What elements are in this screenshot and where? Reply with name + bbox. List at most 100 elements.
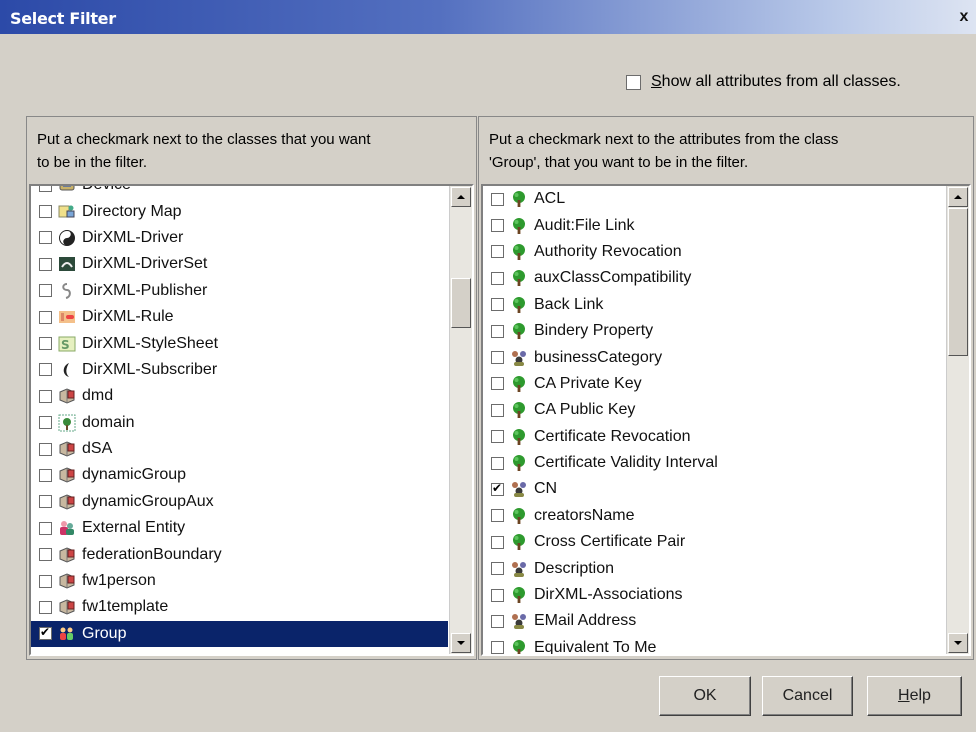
class-item[interactable]: External Entity [31, 515, 448, 541]
class-item[interactable]: DirXML-DriverSet [31, 251, 448, 277]
class-item[interactable]: S DirXML-StyleSheet [31, 330, 448, 356]
class-item-checkbox[interactable] [39, 310, 52, 324]
class-item[interactable]: dSA [31, 436, 448, 462]
attribute-tree-icon [510, 322, 528, 340]
class-item[interactable]: dmd [31, 383, 448, 409]
attribute-item[interactable]: Bindery Property [483, 318, 945, 344]
attribute-item[interactable]: creatorsName [483, 503, 945, 529]
class-item[interactable]: dynamicGroup [31, 462, 448, 488]
object-class-icon [58, 466, 76, 484]
class-item[interactable]: Device [31, 186, 448, 198]
attribute-item-checkbox[interactable] [491, 245, 504, 259]
classes-list[interactable]: Device Directory Map DirXML-Driver DirXML-D… [29, 184, 474, 656]
attribute-item-checkbox[interactable] [491, 562, 504, 576]
class-item[interactable]: federationBoundary [31, 541, 448, 567]
class-item-label: Directory Map [82, 202, 182, 220]
class-item-checkbox[interactable] [39, 625, 52, 641]
attribute-item[interactable]: Equivalent To Me [483, 635, 945, 654]
class-item[interactable]: Group [31, 620, 448, 648]
class-item-checkbox[interactable] [39, 284, 52, 298]
attribute-item-checkbox[interactable] [491, 614, 504, 628]
attribute-item-checkbox[interactable] [491, 377, 504, 391]
classes-instruction: Put a checkmark next to the classes that… [37, 131, 371, 171]
attribute-item[interactable]: businessCategory [483, 344, 945, 370]
class-item-checkbox[interactable] [39, 468, 52, 482]
class-item-checkbox[interactable] [39, 186, 52, 192]
class-item[interactable]: dynamicGroupAux [31, 489, 448, 515]
class-item[interactable]: DirXML-Publisher [31, 278, 448, 304]
attribute-item[interactable]: Cross Certificate Pair [483, 529, 945, 555]
class-item[interactable]: DirXML-Rule [31, 304, 448, 330]
object-class-icon [58, 572, 76, 590]
attribute-item[interactable]: auxClassCompatibility [483, 265, 945, 291]
attribute-item-checkbox[interactable] [491, 351, 504, 365]
attribute-item-checkbox[interactable] [491, 219, 504, 233]
class-item[interactable]: domain [31, 410, 448, 436]
cancel-button[interactable]: Cancel [762, 676, 853, 716]
attribute-item-checkbox[interactable] [491, 430, 504, 444]
class-item[interactable]: DirXML-Driver [31, 225, 448, 251]
attribute-item-checkbox[interactable] [491, 481, 504, 496]
attribute-item[interactable]: Certificate Revocation [483, 424, 945, 450]
class-item[interactable]: fw1person [31, 568, 448, 594]
attribute-item[interactable]: Certificate Validity Interval [483, 450, 945, 476]
arrow-down-icon [954, 641, 962, 645]
class-item-checkbox[interactable] [39, 442, 52, 456]
attribute-item[interactable]: ACL [483, 186, 945, 212]
show-all-attributes-checkbox[interactable]: Show all attributes from all classes. [626, 71, 901, 93]
class-item[interactable]: fw1template [31, 594, 448, 620]
scroll-down-button[interactable] [451, 633, 471, 653]
scroll-up-button[interactable] [948, 187, 968, 207]
attribute-item[interactable]: Authority Revocation [483, 239, 945, 265]
class-item-checkbox[interactable] [39, 574, 52, 588]
attributes-scrollbar-thumb[interactable] [948, 208, 968, 356]
help-button[interactable]: Help [867, 676, 962, 716]
class-item-checkbox[interactable] [39, 337, 52, 351]
attribute-item-label: Certificate Validity Interval [534, 454, 718, 472]
classes-scrollbar[interactable] [449, 186, 472, 654]
attribute-item[interactable]: DirXML-Associations [483, 582, 945, 608]
attribute-item[interactable]: Audit:File Link [483, 212, 945, 238]
attribute-tree-icon [510, 428, 528, 446]
attributes-list[interactable]: ACL Audit:File Link Authority Revocation au… [481, 184, 971, 656]
class-item-checkbox[interactable] [39, 363, 52, 377]
class-item[interactable]: DirXML-Subscriber [31, 357, 448, 383]
attribute-item-checkbox[interactable] [491, 456, 504, 470]
attribute-item-label: Bindery Property [534, 322, 654, 340]
class-item-checkbox[interactable] [39, 389, 52, 403]
show-all-checkbox-box[interactable] [626, 74, 641, 90]
attribute-item-checkbox[interactable] [491, 641, 504, 654]
class-item-checkbox[interactable] [39, 416, 52, 430]
scroll-down-button[interactable] [948, 633, 968, 653]
attribute-item-checkbox[interactable] [491, 192, 504, 206]
class-item-checkbox[interactable] [39, 231, 52, 245]
attribute-item-checkbox[interactable] [491, 403, 504, 417]
attribute-item-checkbox[interactable] [491, 271, 504, 285]
attribute-item[interactable]: Description [483, 555, 945, 581]
attribute-item[interactable]: EMail Address [483, 608, 945, 634]
class-item-checkbox[interactable] [39, 495, 52, 509]
close-icon[interactable]: x [954, 6, 974, 28]
attribute-item[interactable]: Back Link [483, 292, 945, 318]
attribute-item-checkbox[interactable] [491, 298, 504, 312]
attribute-item[interactable]: CA Private Key [483, 371, 945, 397]
class-item-checkbox[interactable] [39, 257, 52, 271]
class-item-checkbox[interactable] [39, 521, 52, 535]
attribute-item-checkbox[interactable] [491, 509, 504, 523]
attribute-item-checkbox[interactable] [491, 588, 504, 602]
class-item-checkbox[interactable] [39, 600, 52, 614]
attribute-item[interactable]: CN [483, 476, 945, 502]
class-item-checkbox[interactable] [39, 548, 52, 562]
attribute-item-checkbox[interactable] [491, 535, 504, 549]
class-item-label: Group [82, 624, 127, 642]
ok-button[interactable]: OK [659, 676, 751, 716]
attribute-tree-icon [510, 507, 528, 525]
classes-scrollbar-thumb[interactable] [451, 278, 471, 328]
class-item[interactable]: Directory Map [31, 198, 448, 224]
attribute-item[interactable]: CA Public Key [483, 397, 945, 423]
attribute-item-checkbox[interactable] [491, 324, 504, 338]
class-item-checkbox[interactable] [39, 205, 52, 219]
scroll-up-button[interactable] [451, 187, 471, 207]
attribute-item-label: CA Public Key [534, 401, 636, 419]
attributes-scrollbar[interactable] [946, 186, 969, 654]
